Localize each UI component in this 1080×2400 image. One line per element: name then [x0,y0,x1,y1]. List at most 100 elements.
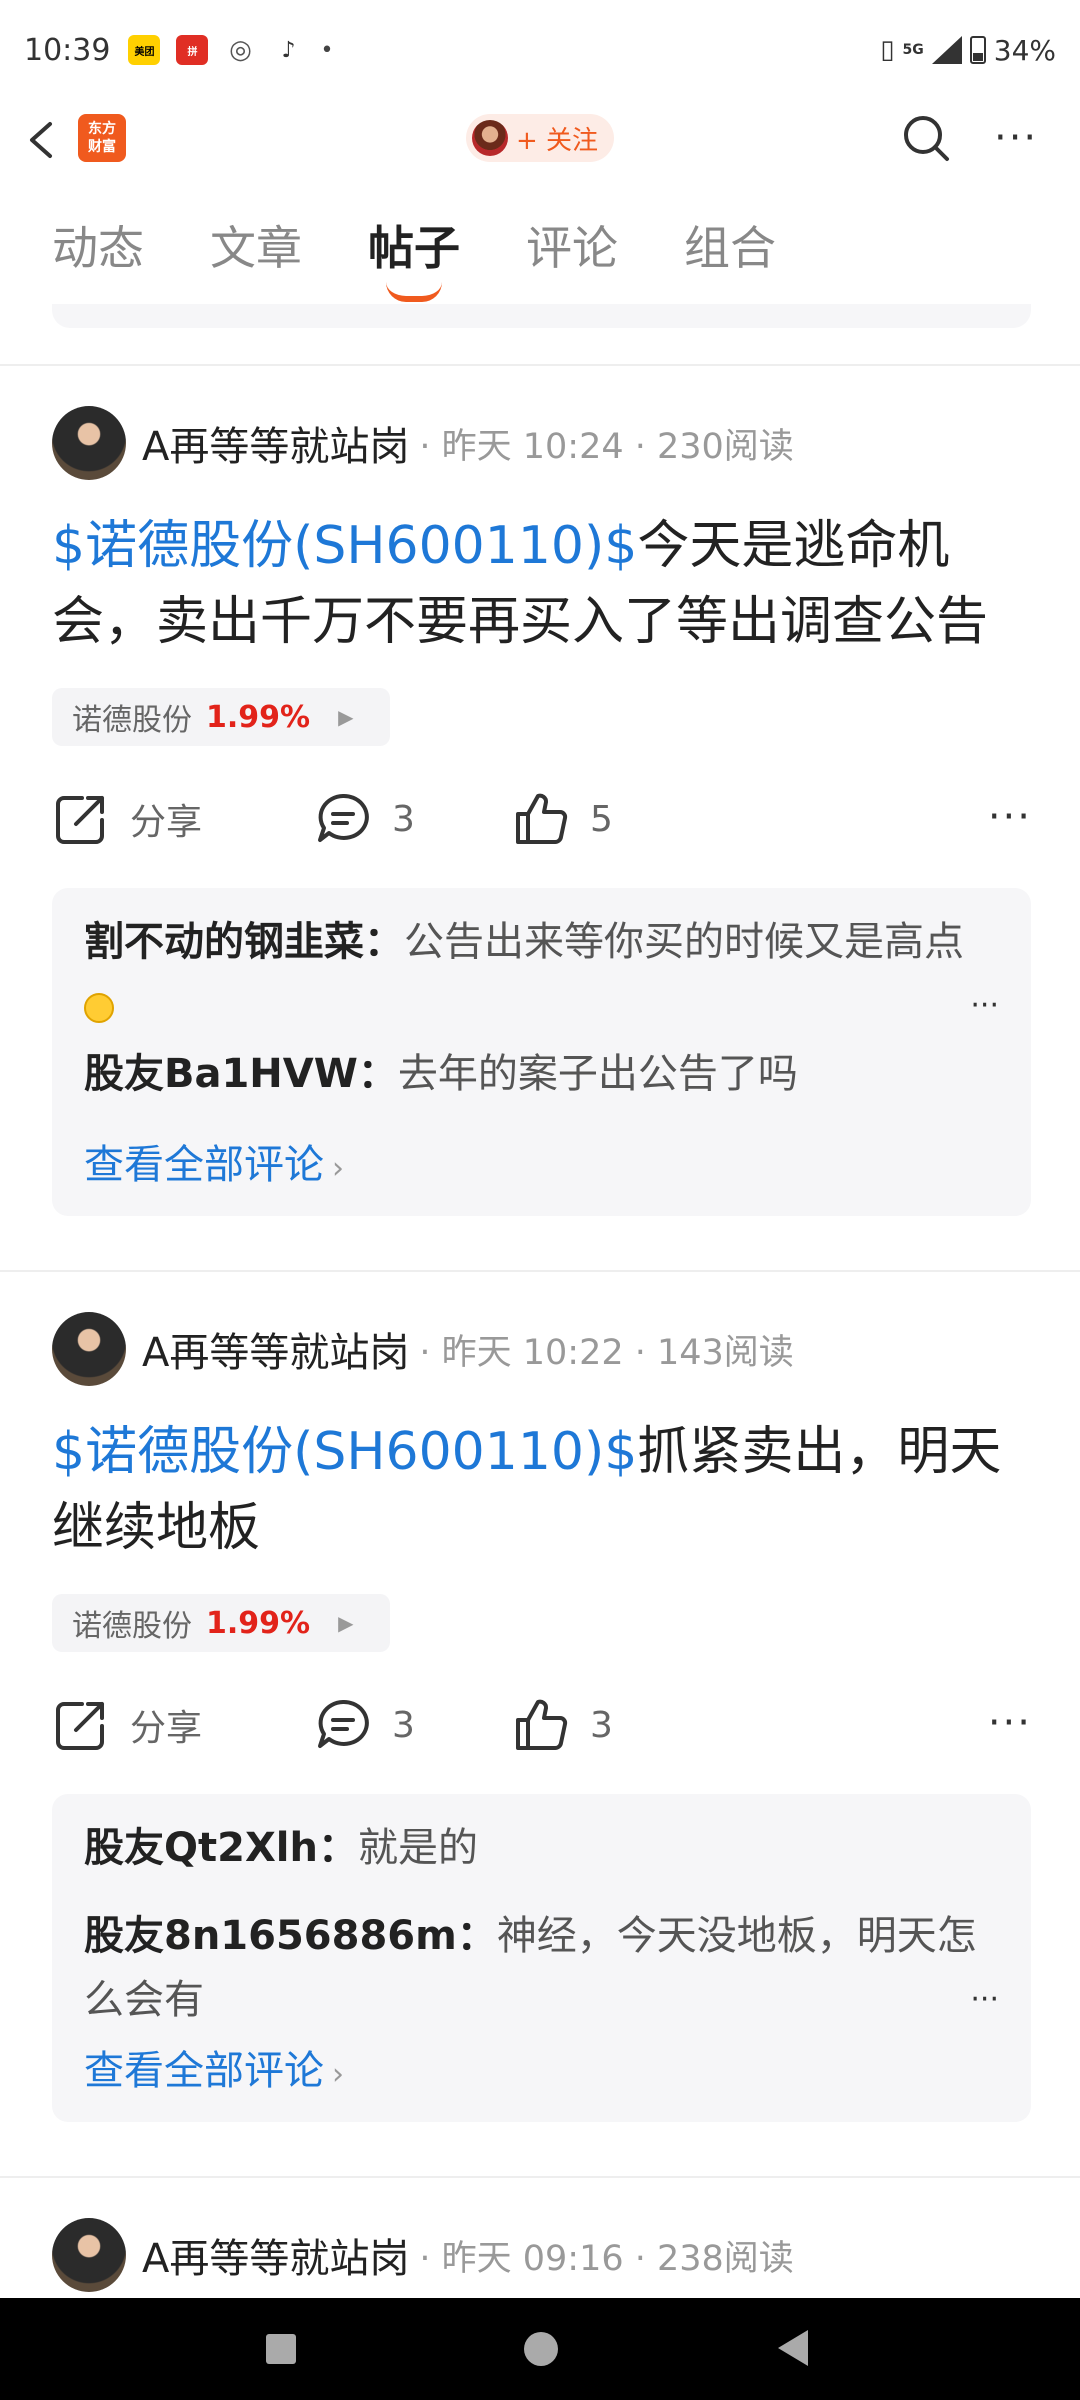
app-logo[interactable]: 东方 财富 [78,114,126,162]
recents-button[interactable] [266,2334,296,2364]
comment-item[interactable]: 股友Qt2Xlh：就是的 [84,1816,984,1880]
smile-emoji-icon [84,993,114,1023]
post-card[interactable]: A再等等就站岗 · 昨天 10:24 · 230阅读 $诺德股份(SH60011… [0,406,1080,1236]
tab-comments[interactable]: 评论 [526,208,618,288]
stock-link[interactable]: $诺德股份(SH600110)$ [52,516,637,576]
like-button[interactable]: 5 [512,784,613,854]
network-type: 5G [902,42,924,58]
tab-posts[interactable]: 帖子 [368,208,460,302]
more-notifications-icon: • [320,37,334,63]
post-more-icon[interactable]: ··· [988,794,1032,840]
share-label: 分享 [130,1708,203,1749]
logo-line1: 东方 [88,121,116,137]
comment-count: 3 [392,798,415,840]
author-name[interactable]: A再等等就站岗 [142,414,409,472]
top-nav: 东方 财富 + 关注 ··· [0,100,1080,180]
like-count: 3 [590,1704,613,1746]
system-back-button[interactable] [778,2330,808,2366]
stock-chip[interactable]: 诺德股份 1.99% ▶ [52,1594,390,1652]
tab-dynamic[interactable]: 动态 [52,208,144,288]
search-icon[interactable] [900,112,952,164]
notification-icons: 美团 拼 ◎ ♪ • [128,35,333,65]
user-avatar [472,120,508,156]
tab-articles[interactable]: 文章 [210,208,302,288]
divider [0,1270,1080,1272]
logo-line2: 财富 [88,139,116,155]
battery-level: 34% [993,33,1056,67]
author-row[interactable]: A再等等就站岗 · 昨天 09:16 · 238阅读 [52,2218,794,2292]
author-row[interactable]: A再等等就站岗 · 昨天 10:22 · 143阅读 [52,1312,794,1386]
tiktok-icon: ♪ [281,37,296,63]
comment-button[interactable]: 3 [314,784,415,854]
view-all-label: 查看全部评论 [84,2048,324,2094]
post-meta: · 昨天 10:22 · 143阅读 [419,1332,794,1373]
tab-portfolio[interactable]: 组合 [684,208,776,288]
comment-user[interactable]: 股友Qt2Xlh： [84,1825,358,1871]
like-count: 5 [590,798,613,840]
view-all-comments-link[interactable]: 查看全部评论 › [84,1132,344,1190]
share-button[interactable]: 分享 [52,1690,202,1760]
author-avatar[interactable] [52,1312,126,1386]
status-bar: 10:39 美团 拼 ◎ ♪ • ▯ 5G 34% [0,0,1080,100]
comment-item[interactable]: 割不动的钢韭菜：公告出来等你买的时候又是高点 [84,910,984,1038]
comment-button[interactable]: 3 [314,1690,415,1760]
back-button[interactable] [26,112,70,168]
chevron-right-icon: › [332,1151,344,1186]
divider [0,2176,1080,2178]
post-card[interactable]: A再等等就站岗 · 昨天 10:22 · 143阅读 $诺德股份(SH60011… [0,1312,1080,2142]
vibrate-icon: ▯ [880,35,895,65]
share-button[interactable]: 分享 [52,784,202,854]
author-name[interactable]: A再等等就站岗 [142,1320,409,1378]
home-button[interactable] [524,2332,558,2366]
comment-user[interactable]: 股友Ba1HVW： [84,1051,398,1097]
more-icon[interactable]: ··· [994,118,1038,158]
share-icon [56,1702,104,1750]
comment-text: 公告出来等你买的时候又是高点 [404,919,964,965]
thumbs-up-icon [516,1699,568,1750]
author-avatar[interactable] [52,406,126,480]
comment-count: 3 [392,1704,415,1746]
comment-text: 去年的案子出公告了吗 [397,1051,798,1097]
follow-label: + 关注 [516,125,599,156]
share-label: 分享 [130,802,203,843]
view-all-comments-link[interactable]: 查看全部评论 › [84,2038,344,2096]
comment-user[interactable]: 股友8n1656886m： [84,1913,497,1959]
divider [0,364,1080,366]
post-body[interactable]: $诺德股份(SH600110)$今天是逃命机会，卖出千万不要再买入了等出调查公告 [52,508,1032,660]
follow-button[interactable]: + 关注 [466,114,614,162]
post-card[interactable]: A再等等就站岗 · 昨天 09:16 · 238阅读 [0,2218,1080,2298]
comments-preview[interactable]: 割不动的钢韭菜：公告出来等你买的时候又是高点 ··· 股友Ba1HVW：去年的案… [52,888,1031,1216]
comment-icon [318,793,369,842]
post-meta: · 昨天 09:16 · 238阅读 [419,2238,794,2279]
status-right: ▯ 5G 34% [880,34,1056,67]
action-bar: 分享 3 3 ··· [52,1690,1032,1760]
stock-link[interactable]: $诺德股份(SH600110)$ [52,1422,637,1482]
comment-expand-icon[interactable]: ··· [970,988,999,1023]
comments-preview[interactable]: 股友Qt2Xlh：就是的 股友8n1656886m：神经，今天没地板，明天怎么会… [52,1794,1031,2122]
author-avatar[interactable] [52,2218,126,2292]
like-button[interactable]: 3 [512,1690,613,1760]
pinduoduo-icon: 拼 [176,35,209,65]
stock-chip[interactable]: 诺德股份 1.99% ▶ [52,688,390,746]
thumbs-up-icon [516,793,568,844]
comment-expand-icon[interactable]: ··· [970,1982,999,2017]
status-time: 10:39 [24,32,111,68]
comment-user[interactable]: 割不动的钢韭菜： [84,919,404,965]
post-body[interactable]: $诺德股份(SH600110)$抓紧卖出，明天继续地板 [52,1414,1032,1566]
tab-bar: 动态 文章 帖子 评论 组合 [0,208,1080,308]
tab-posts-label: 帖子 [368,221,460,275]
post-more-icon[interactable]: ··· [988,1700,1032,1746]
back-arrow-icon [30,122,52,158]
comment-item[interactable]: 股友8n1656886m：神经，今天没地板，明天怎么会有 [84,1904,984,2032]
action-bar: 分享 3 5 ··· [52,784,1032,854]
chip-arrow-icon: ▶ [338,705,354,729]
previous-comments-box-edge [52,304,1031,328]
share-icon [56,796,104,844]
comment-icon [318,1699,369,1748]
post-meta: · 昨天 10:24 · 230阅读 [419,426,794,467]
comment-text: 就是的 [357,1825,478,1871]
author-row[interactable]: A再等等就站岗 · 昨天 10:24 · 230阅读 [52,406,794,480]
comment-item[interactable]: 股友Ba1HVW：去年的案子出公告了吗 [84,1042,984,1106]
author-name[interactable]: A再等等就站岗 [142,2226,409,2284]
wechat-icon: ◎ [229,35,252,65]
